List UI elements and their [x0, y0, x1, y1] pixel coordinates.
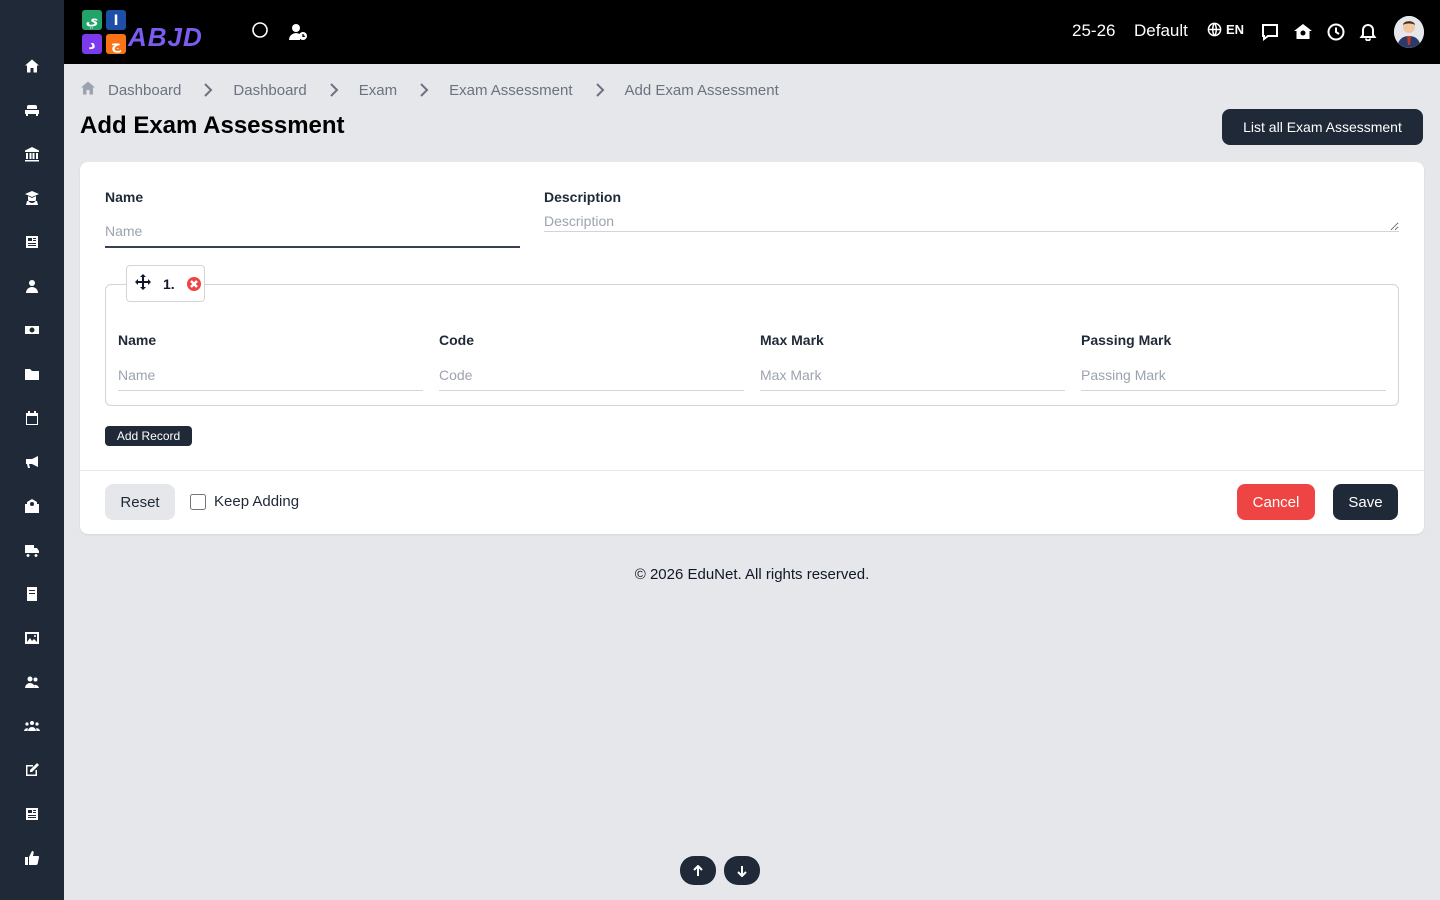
chevron-right-icon [203, 83, 213, 97]
topbar: ي ا د ج ABJD 25-26 Default EN [64, 0, 1440, 64]
school-home-icon[interactable] [1291, 20, 1315, 44]
record-code-input[interactable] [439, 359, 744, 391]
breadcrumb-home-icon[interactable] [80, 80, 108, 100]
image-icon[interactable] [20, 626, 44, 650]
truck-icon[interactable] [20, 538, 44, 562]
card-divider [80, 470, 1424, 471]
list-all-button[interactable]: List all Exam Assessment [1222, 109, 1423, 145]
breadcrumb: Dashboard Dashboard Exam Exam Assessment… [80, 80, 779, 100]
arrow-down-icon [737, 865, 747, 877]
users-icon[interactable] [20, 670, 44, 694]
description-label: Description [544, 189, 622, 205]
keep-adding-toggle[interactable]: Keep Adding [190, 493, 299, 510]
form-card: Name Description Name Code Max Mark Pass… [80, 162, 1424, 534]
calendar-icon[interactable] [20, 406, 44, 430]
chevron-right-icon [595, 83, 605, 97]
thumbs-up-icon[interactable] [20, 846, 44, 870]
school-icon[interactable] [20, 494, 44, 518]
graduate-icon[interactable] [20, 186, 44, 210]
record-code-label: Code [439, 332, 474, 348]
edit-icon[interactable] [20, 758, 44, 782]
scroll-up-button[interactable] [680, 856, 716, 885]
chevron-right-icon [329, 83, 339, 97]
logo[interactable]: ي ا د ج ABJD [80, 8, 226, 56]
record-passing-mark-label: Passing Mark [1081, 332, 1172, 348]
keep-adding-checkbox[interactable] [190, 493, 206, 510]
logo-text: ABJD [128, 22, 203, 52]
session-year[interactable]: 25-26 [1072, 21, 1115, 41]
circle-icon[interactable] [248, 18, 272, 42]
record-passing-mark-input[interactable] [1081, 359, 1386, 391]
breadcrumb-item-dashboard[interactable]: Dashboard [108, 82, 181, 99]
sidebar [0, 0, 64, 900]
remove-record-icon[interactable] [186, 276, 201, 291]
save-button[interactable]: Save [1333, 484, 1398, 520]
chevron-right-icon [419, 83, 429, 97]
description-textarea[interactable] [544, 212, 1399, 232]
user-icon[interactable] [20, 274, 44, 298]
chat-icon[interactable] [1258, 20, 1282, 44]
bell-icon[interactable] [1356, 19, 1380, 43]
language-selector[interactable]: EN [1207, 22, 1244, 37]
group-icon[interactable] [20, 714, 44, 738]
record-max-mark-label: Max Mark [760, 332, 824, 348]
record-name-label: Name [118, 332, 157, 348]
record-index: 1. [163, 275, 175, 292]
news-icon[interactable] [20, 802, 44, 826]
breadcrumb-item-exam-assessment[interactable]: Exam Assessment [449, 82, 572, 99]
book-icon[interactable] [20, 582, 44, 606]
logo-tile-orange: ج [106, 34, 126, 54]
money-icon[interactable] [20, 318, 44, 342]
breadcrumb-item-dashboard-2[interactable]: Dashboard [233, 82, 306, 99]
page-title: Add Exam Assessment [80, 112, 345, 139]
avatar-icon [1394, 16, 1424, 48]
record-legend: 1. [126, 265, 205, 302]
logo-tile-blue: ا [106, 10, 126, 30]
arrow-up-icon [693, 864, 703, 876]
breadcrumb-item-exam[interactable]: Exam [359, 82, 397, 99]
globe-icon [1207, 22, 1222, 37]
clock-icon[interactable] [1324, 20, 1348, 44]
record-max-mark-input[interactable] [760, 359, 1065, 391]
record-name-input[interactable] [118, 359, 423, 391]
name-label: Name [105, 189, 144, 205]
sofa-icon[interactable] [20, 98, 44, 122]
megaphone-icon[interactable] [20, 450, 44, 474]
newspaper-icon[interactable] [20, 230, 44, 254]
logo-tile-purple: د [82, 34, 102, 54]
reset-button[interactable]: Reset [105, 484, 175, 520]
avatar[interactable] [1394, 16, 1424, 48]
add-record-button[interactable]: Add Record [105, 426, 192, 446]
record-fieldset: Name Code Max Mark Passing Mark [105, 284, 1399, 406]
home-icon[interactable] [20, 54, 44, 78]
keep-adding-label: Keep Adding [214, 493, 300, 510]
cancel-button[interactable]: Cancel [1237, 484, 1315, 520]
move-icon[interactable] [135, 274, 151, 293]
language-label: EN [1226, 22, 1245, 37]
logo-tile-green: ي [82, 10, 102, 30]
scroll-down-button[interactable] [724, 856, 760, 885]
name-input[interactable] [105, 216, 520, 248]
profile-name[interactable]: Default [1134, 21, 1188, 41]
footer: © 2026 EduNet. All rights reserved. [634, 566, 870, 583]
bank-icon[interactable] [20, 142, 44, 166]
breadcrumb-item-current: Add Exam Assessment [624, 81, 779, 99]
user-clock-icon[interactable] [286, 20, 310, 44]
folder-icon[interactable] [20, 362, 44, 386]
